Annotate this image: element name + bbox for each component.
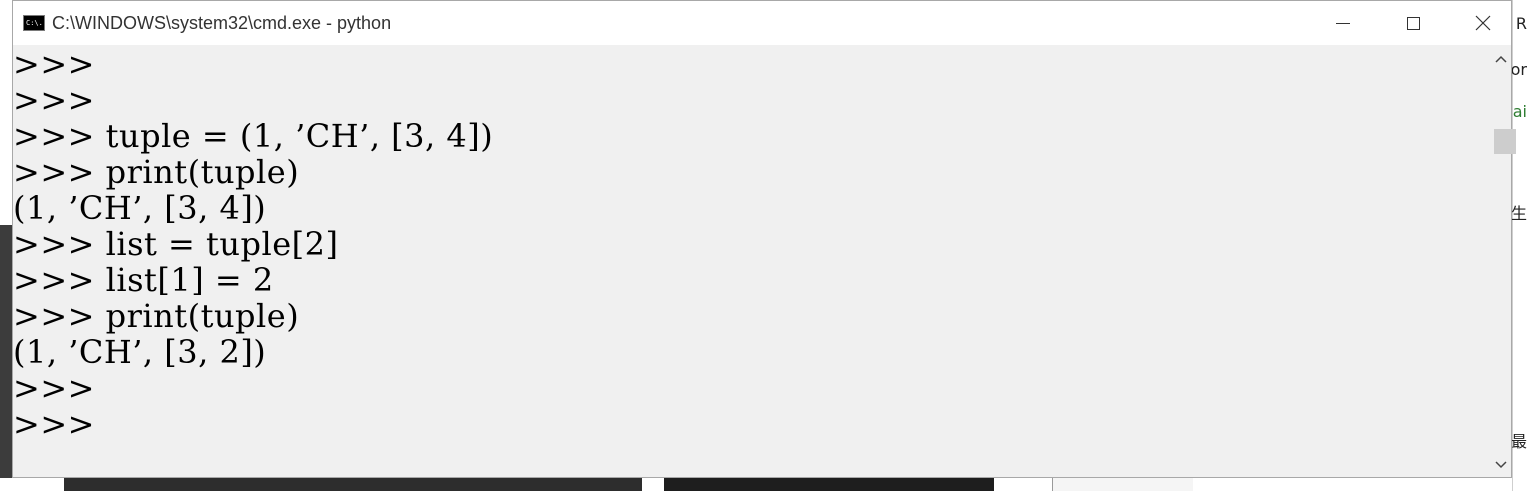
background-right-char: or — [1510, 60, 1527, 79]
console-output[interactable]: >>> >>> >>> tuple = (1, ’CH’, [3, 4]) >>… — [13, 45, 1491, 478]
vertical-scrollbar[interactable] — [1491, 45, 1516, 477]
console-line: >>> print(tuple) — [13, 153, 300, 191]
console-line: >>> print(tuple) — [13, 297, 300, 335]
console-line: >>> — [13, 45, 95, 83]
console-line: >>> list = tuple[2] — [13, 225, 339, 263]
maximize-button[interactable] — [1378, 1, 1448, 45]
maximize-icon — [1406, 16, 1420, 30]
minimize-button[interactable] — [1308, 1, 1378, 45]
window-title: C:\WINDOWS\system32\cmd.exe - python — [52, 12, 392, 33]
close-icon — [1475, 15, 1491, 31]
cmd-window[interactable]: C:\. C:\WINDOWS\system32\cmd.exe - pytho… — [12, 0, 1516, 478]
scroll-down-button[interactable] — [1491, 453, 1511, 477]
background-right-char: ai — [1512, 102, 1527, 121]
console-line: >>> — [13, 405, 95, 443]
background-editor-strip-2 — [664, 478, 994, 491]
background-left-dark — [0, 225, 12, 491]
scroll-up-button[interactable] — [1491, 47, 1511, 71]
background-right-edge: R or ai 生 最 — [1510, 0, 1527, 491]
background-right-char: 生 — [1510, 204, 1527, 223]
background-line-number-strip — [1052, 478, 1193, 491]
console-line: (1, ’CH’, [3, 2]) — [13, 333, 267, 371]
scrollbar-thumb[interactable] — [1494, 129, 1516, 154]
console-line: >>> — [13, 81, 95, 119]
console-line: >>> — [13, 369, 95, 407]
console-line: >>> tuple = (1, ’CH’, [3, 4]) — [13, 117, 494, 155]
scroll-up-icon — [1495, 55, 1507, 63]
background-right-char: 最 — [1510, 432, 1527, 451]
background-editor-strip — [64, 478, 642, 491]
console-line: >>> list[1] = 2 — [13, 261, 274, 299]
close-button[interactable] — [1448, 1, 1518, 45]
minimize-icon — [1336, 22, 1350, 24]
console-line: (1, ’CH’, [3, 4]) — [13, 189, 267, 227]
scroll-down-icon — [1495, 461, 1507, 469]
cmd-app-icon: C:\. — [23, 15, 45, 31]
title-bar[interactable]: C:\. C:\WINDOWS\system32\cmd.exe - pytho… — [13, 1, 1511, 45]
